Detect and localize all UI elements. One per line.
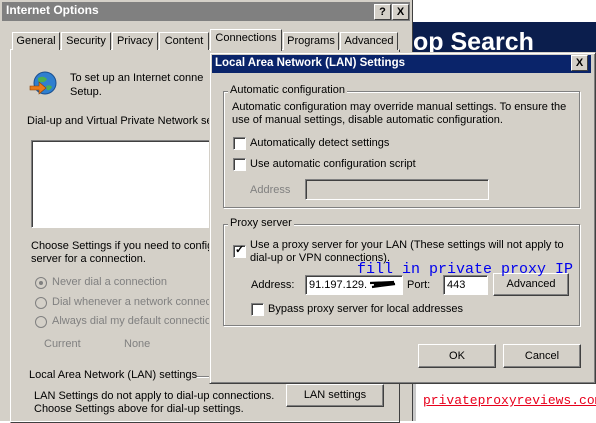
- cancel-button[interactable]: Cancel: [503, 344, 581, 368]
- auto-config-group-label: Automatic configuration: [228, 84, 347, 96]
- lan-settings-text-line1: LAN Settings do not apply to dial-up con…: [34, 390, 275, 402]
- tab-security[interactable]: Security: [61, 32, 111, 50]
- redaction-scribble-icon: [369, 279, 396, 289]
- tab-programs[interactable]: Programs: [283, 32, 339, 50]
- fill-in-proxy-annotation: fill in private proxy IP: [357, 261, 574, 278]
- proxy-port-value: 443: [447, 279, 466, 291]
- privateproxyreviews-link[interactable]: privateproxyreviews.com: [423, 393, 596, 408]
- lan-dialog-title: Local Area Network (LAN) Settings: [215, 57, 405, 69]
- radio-dial-whenever-label: Dial whenever a network connec: [52, 296, 211, 308]
- tab-connections[interactable]: Connections: [210, 29, 282, 51]
- bypass-local-checkbox[interactable]: [251, 303, 264, 316]
- radio-dial-whenever[interactable]: [35, 297, 47, 309]
- lan-settings-button[interactable]: LAN settings: [286, 384, 384, 407]
- auto-config-description-line2: use of manual settings, disable automati…: [232, 114, 503, 126]
- auto-config-description-line1: Automatic configuration may override man…: [232, 101, 567, 113]
- radio-selected-dot: [39, 281, 43, 285]
- tab-advanced[interactable]: Advanced: [340, 32, 398, 50]
- ok-button[interactable]: OK: [418, 344, 496, 368]
- auto-script-label: Use automatic configuration script: [250, 158, 416, 170]
- radio-always-dial[interactable]: [35, 316, 47, 328]
- auto-detect-label: Automatically detect settings: [250, 137, 390, 149]
- dialup-vpn-label: Dial-up and Virtual Private Network se: [27, 115, 213, 127]
- tab-content[interactable]: Content: [159, 32, 209, 50]
- radio-never-dial-label: Never dial a connection: [52, 276, 167, 288]
- use-proxy-label-line1: Use a proxy server for your LAN (These s…: [250, 239, 564, 251]
- current-label: Current: [44, 338, 81, 350]
- lan-close-icon[interactable]: X: [571, 55, 588, 71]
- proxy-server-group-label: Proxy server: [228, 217, 294, 229]
- radio-always-dial-label: Always dial my default connectio: [52, 315, 211, 327]
- proxy-port-label: Port:: [407, 279, 431, 291]
- radio-never-dial[interactable]: [35, 277, 47, 289]
- auto-script-checkbox[interactable]: [233, 158, 246, 171]
- auto-script-address-label: Address: [250, 184, 291, 196]
- proxy-address-label: Address:: [251, 279, 295, 291]
- auto-script-address-field[interactable]: [305, 179, 489, 200]
- auto-detect-checkbox[interactable]: [233, 137, 246, 150]
- lan-settings-text-line2: Choose Settings above for dial-up settin…: [34, 403, 244, 415]
- close-icon[interactable]: X: [392, 4, 409, 20]
- tab-privacy[interactable]: Privacy: [112, 32, 158, 50]
- proxy-port-field[interactable]: 443: [443, 275, 488, 295]
- dialup-connections-list[interactable]: [31, 140, 211, 228]
- current-value: None: [124, 338, 151, 350]
- checkmark-icon: ✓: [235, 244, 245, 256]
- bypass-local-label: Bypass proxy server for local addresses: [268, 303, 464, 315]
- choose-settings-text-line1: Choose Settings if you need to config: [31, 240, 214, 252]
- intro-text-line1: To set up an Internet conne: [70, 72, 204, 84]
- lan-section-label: Local Area Network (LAN) settings: [29, 369, 198, 381]
- proxy-address-value: 91.197.129.: [309, 279, 368, 291]
- use-proxy-checkbox[interactable]: ✓: [233, 244, 246, 258]
- help-button[interactable]: ?: [374, 4, 391, 20]
- intro-text-line2: Setup.: [70, 86, 102, 98]
- globe-connection-icon: [28, 68, 60, 100]
- choose-settings-text-line2: server for a connection.: [31, 253, 146, 265]
- tab-general[interactable]: General: [12, 32, 60, 50]
- internet-options-title: Internet Options: [6, 3, 99, 17]
